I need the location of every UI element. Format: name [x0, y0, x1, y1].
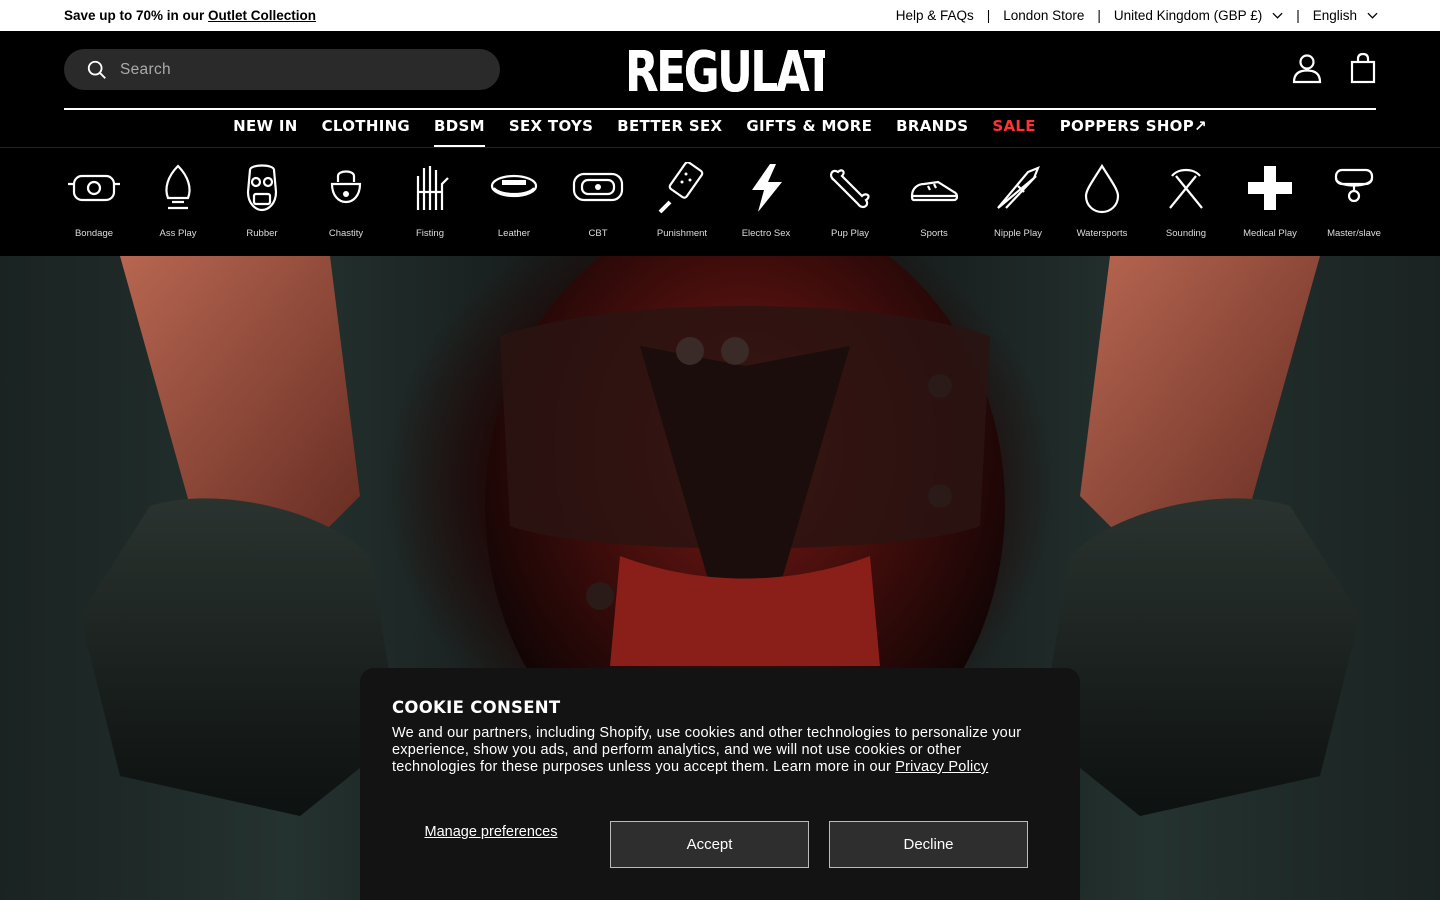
utility-links: Help & FAQs | London Store | United King…	[896, 8, 1378, 23]
user-icon	[1292, 54, 1322, 84]
cookie-message: We and our partners, including Shopify, …	[392, 725, 1048, 776]
nav-item-sex-toys[interactable]: SEX TOYS	[497, 113, 605, 147]
paddle-icon	[658, 162, 704, 214]
announcement-bar: Save up to 70% in our Outlet Collection …	[0, 0, 1440, 31]
category-label: CBT	[588, 228, 608, 239]
category-sounding[interactable]: Sounding	[1144, 162, 1228, 239]
category-label: Leather	[497, 228, 531, 239]
cross-icon	[1248, 166, 1292, 210]
promo-text: Save up to 70% in our	[64, 8, 205, 23]
padlock-icon	[330, 170, 362, 203]
plug-icon	[165, 164, 191, 210]
bondage-icon	[68, 174, 120, 202]
chevron-down-icon	[1367, 12, 1378, 19]
category-label: Rubber	[246, 228, 278, 239]
category-nipple-play[interactable]: Nipple Play	[976, 162, 1060, 239]
category-rubber[interactable]: Rubber	[220, 162, 304, 239]
category-ass-play[interactable]: Ass Play	[136, 162, 220, 239]
category-master-slave[interactable]: Master/slave	[1312, 162, 1396, 239]
privacy-policy-link[interactable]: Privacy Policy	[895, 759, 988, 775]
nav-item-brands[interactable]: BRANDS	[884, 113, 980, 147]
category-label: Punishment	[656, 228, 708, 239]
category-label: Sports	[920, 228, 948, 239]
category-watersports[interactable]: Watersports	[1060, 162, 1144, 239]
language-label: English	[1312, 8, 1357, 23]
language-selector[interactable]: English	[1313, 8, 1378, 23]
category-label: Sounding	[1165, 228, 1207, 239]
category-fisting[interactable]: Fisting	[388, 162, 472, 239]
category-bondage[interactable]: Bondage	[52, 162, 136, 239]
category-cbt[interactable]: CBT	[556, 162, 640, 239]
separator: |	[1296, 8, 1300, 23]
nav-item-sale[interactable]: SALE	[980, 113, 1047, 147]
gas-mask-icon	[246, 164, 278, 212]
category-label: Chastity	[328, 228, 364, 239]
collar-icon	[1334, 168, 1374, 203]
category-chastity[interactable]: Chastity	[304, 162, 388, 239]
category-electro-sex[interactable]: Electro Sex	[724, 162, 808, 239]
category-label: Medical Play	[1243, 228, 1297, 239]
decline-button[interactable]: Decline	[829, 821, 1028, 868]
bone-icon	[829, 169, 870, 209]
category-label: Master/slave	[1327, 228, 1381, 239]
category-label: Nipple Play	[993, 228, 1043, 239]
lightning-icon	[752, 164, 782, 212]
bdsm-category-strip: Bondage Ass Play Rubber Chastity Fisting Leat…	[0, 147, 1440, 256]
header-divider	[64, 108, 1376, 110]
fist-icon	[416, 166, 449, 210]
logo-wordmark: REGULATION	[625, 47, 825, 105]
search-input[interactable]	[120, 60, 460, 79]
category-leather[interactable]: Leather	[472, 162, 556, 239]
nav-item-gifts-more[interactable]: GIFTS & MORE	[734, 113, 884, 147]
category-label: Electro Sex	[741, 228, 791, 239]
nav-item-clothing[interactable]: CLOTHING	[310, 113, 422, 147]
sounding-icon	[1169, 168, 1203, 209]
category-label: Ass Play	[159, 228, 197, 239]
separator: |	[1097, 8, 1101, 23]
search-box[interactable]	[64, 49, 500, 90]
cap-icon	[490, 174, 538, 198]
sneaker-icon	[910, 180, 959, 202]
currency-label: United Kingdom (GBP £)	[1113, 8, 1263, 23]
category-medical-play[interactable]: Medical Play	[1228, 162, 1312, 239]
category-label: Fisting	[416, 228, 444, 239]
site-header: REGULATION NEW INCLOTHINGBDSMSEX TOYSBET…	[0, 31, 1440, 147]
account-button[interactable]	[1290, 51, 1324, 85]
cookie-consent-dialog: COOKIE CONSENT We and our partners, incl…	[360, 668, 1080, 900]
promo-message: Save up to 70% in our Outlet Collection	[64, 8, 316, 23]
currency-selector[interactable]: United Kingdom (GBP £)	[1114, 8, 1283, 23]
chevron-down-icon	[1272, 12, 1283, 19]
cbt-icon	[572, 172, 624, 202]
london-store-link[interactable]: London Store	[1003, 8, 1084, 23]
nav-item-bdsm[interactable]: BDSM	[422, 113, 497, 147]
help-faqs-link[interactable]: Help & FAQs	[896, 8, 974, 23]
droplet-icon	[1084, 163, 1120, 214]
category-sports[interactable]: Sports	[892, 162, 976, 239]
nav-item-new-in[interactable]: NEW IN	[221, 113, 310, 147]
outlet-collection-link[interactable]: Outlet Collection	[208, 8, 316, 23]
nav-item-poppers-shop[interactable]: POPPERS SHOP↗	[1048, 113, 1219, 147]
cookie-title: COOKIE CONSENT	[392, 698, 561, 717]
accept-button[interactable]: Accept	[610, 821, 809, 868]
nav-item-better-sex[interactable]: BETTER SEX	[605, 113, 734, 147]
manage-preferences-button[interactable]: Manage preferences	[392, 825, 590, 840]
category-label: Bondage	[74, 228, 114, 239]
category-label: Watersports	[1076, 228, 1128, 239]
bag-icon	[1350, 52, 1376, 84]
category-punishment[interactable]: Punishment	[640, 162, 724, 239]
site-logo[interactable]: REGULATION	[625, 47, 825, 109]
category-pup-play[interactable]: Pup Play	[808, 162, 892, 239]
separator: |	[986, 8, 991, 23]
cookie-actions: Manage preferences Accept Decline	[392, 821, 1048, 868]
search-icon	[87, 60, 106, 79]
clamp-icon	[997, 166, 1040, 209]
main-navigation: NEW IN CLOTHING BDSM SEX TOYS BETTER SEX GIFT…	[0, 113, 1440, 147]
category-label: Pup Play	[830, 228, 870, 239]
cart-button[interactable]	[1346, 51, 1380, 85]
